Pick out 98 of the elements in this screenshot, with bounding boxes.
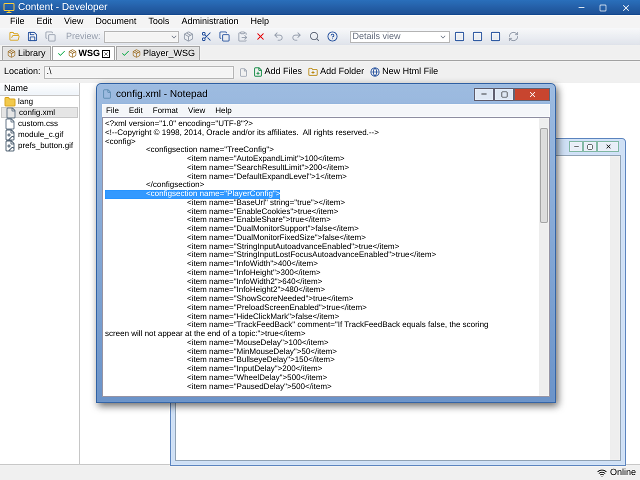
- menu-item[interactable]: View: [64, 14, 84, 28]
- text-line: <item name="DefaultExpandLevel">1</item>: [186, 172, 347, 181]
- column-header[interactable]: Name: [0, 83, 79, 96]
- text-line: <item name="StringInputAutoadvanceEnabled">true</item>: [186, 242, 400, 251]
- tab[interactable]: WSG: [52, 46, 116, 60]
- file-entry[interactable]: custom.css: [1, 118, 78, 129]
- text-line: screen will not appear at the end of a topic:">true</item>: [105, 330, 306, 339]
- text-line: <item name="DualMonitorFixedSize">false</item>: [186, 234, 366, 242]
- package-icon: [132, 49, 142, 58]
- delete-icon[interactable]: [254, 31, 266, 42]
- package-icon: [68, 49, 77, 58]
- text-line: <configsection name="TreeConfig">: [145, 146, 274, 155]
- close-icon[interactable]: [621, 2, 631, 12]
- menu-item[interactable]: Administration: [181, 14, 238, 28]
- text-line: <item name="DualMonitorSupport">false</item>: [186, 225, 359, 234]
- preview-label: Preview:: [66, 30, 101, 43]
- file-icon: [4, 118, 16, 130]
- minimize-button[interactable]: [474, 88, 494, 100]
- text-line: <item name="AutoExpandLimit">100</item>: [186, 155, 345, 164]
- action-button[interactable]: Add Files: [252, 65, 302, 79]
- cut-icon[interactable]: [200, 31, 212, 42]
- text-line: <item name="InputDelay">200</item>: [186, 365, 322, 374]
- checkmark-icon: [56, 49, 66, 58]
- file-entry[interactable]: module_c.gif: [1, 129, 78, 140]
- text-line: <!--Copyright © 1998, 2014, Oracle and/or its affiliates. All rights reserved.-->: [105, 128, 379, 138]
- tab-label: Player_WSG: [143, 46, 196, 60]
- menu-item[interactable]: Document: [95, 14, 136, 28]
- text-line: <item name="SearchResultLimit">200</item>: [186, 164, 349, 172]
- menu-item[interactable]: File: [106, 104, 119, 116]
- action-button[interactable]: New Html File: [370, 65, 438, 79]
- file-entry[interactable]: lang: [1, 96, 78, 107]
- text-line: <item name="InfoHeight">300</item>: [186, 268, 321, 278]
- tab[interactable]: Library: [2, 46, 51, 60]
- scrollbar[interactable]: [539, 118, 549, 396]
- notepad-icon: [102, 89, 112, 99]
- menu-item[interactable]: Edit: [128, 104, 143, 116]
- scrollbar[interactable]: [610, 156, 620, 460]
- text-line: <item name="InfoWidth">400</item>: [186, 260, 318, 269]
- image-file-icon: [4, 128, 16, 140]
- status-text: Online: [610, 466, 636, 479]
- menu-item[interactable]: File: [10, 14, 25, 28]
- help-icon[interactable]: [326, 31, 338, 42]
- text-line: <item name="EnableShare">true</item>: [186, 216, 331, 225]
- text-line: <item name="WheelDelay">500</item>: [186, 374, 328, 382]
- text-line: <item name="EnableCookies">true</item>: [186, 208, 338, 216]
- tab-label: Library: [18, 46, 46, 60]
- copy-icon[interactable]: [218, 31, 230, 42]
- menu-item[interactable]: Help: [250, 14, 269, 28]
- file-icon: [5, 106, 17, 118]
- text-line: <item name="MouseDelay">100</item>: [186, 338, 329, 348]
- text-line: <item name="ShowScoreNeeded">true</item>: [186, 295, 354, 304]
- add-folder-icon: [308, 67, 318, 77]
- text-line: </configsection>: [145, 181, 204, 190]
- maximize-icon[interactable]: [500, 90, 508, 98]
- location-field[interactable]: .\: [44, 66, 234, 78]
- network-icon: [596, 468, 607, 478]
- folder-icon: [4, 96, 16, 108]
- tab[interactable]: Player_WSG: [116, 46, 200, 60]
- menu-item[interactable]: Tools: [148, 14, 170, 28]
- text-line: <item name="HideClickMark">false</item>: [186, 312, 340, 321]
- menu-item[interactable]: Edit: [36, 14, 52, 28]
- text-line: <config>: [105, 138, 136, 146]
- add-file-icon: [252, 67, 263, 77]
- package-icon: [7, 49, 16, 58]
- text-line: <item name="TrackFeedBack" comment="If TrackFeedBack equals false, the scoring: [186, 321, 488, 330]
- file-entry[interactable]: config.xml: [1, 107, 78, 118]
- text-line: <item name="BullseyeDelay">150</item>: [186, 356, 335, 365]
- window-title: Content - Developer: [18, 1, 108, 15]
- save-icon[interactable]: [27, 31, 38, 42]
- checkmark-icon: [121, 49, 130, 58]
- minimize-button[interactable]: [569, 141, 583, 152]
- menu-item[interactable]: Help: [215, 104, 232, 116]
- text-line: <item name="MinMouseDelay">50</item>: [186, 348, 337, 356]
- view-dropdown-text: Details view: [352, 30, 401, 43]
- location-label: Location:: [4, 65, 41, 78]
- image-file-icon: [4, 140, 16, 152]
- globe-icon: [370, 67, 380, 77]
- text-line: <item name="InfoWidth2">640</item>: [186, 278, 322, 286]
- file-entry[interactable]: prefs_button.gif: [1, 140, 78, 151]
- search-icon[interactable]: [308, 31, 320, 42]
- text-line: <item name="PreloadScreenEnabled">true</item>: [186, 304, 367, 312]
- close-tab-icon[interactable]: [102, 50, 110, 58]
- text-line: <item name="BaseUrl" string="true"></item>: [187, 198, 346, 208]
- text-line: <?xml version="1.0" encoding="UTF-8"?>: [105, 120, 253, 129]
- maximize-button[interactable]: [494, 88, 514, 100]
- menu-item[interactable]: Format: [152, 104, 178, 116]
- view-dropdown[interactable]: Details view: [350, 30, 450, 42]
- close-icon[interactable]: [604, 143, 612, 150]
- text-line: <item name="InfoHeight2">480</item>: [186, 286, 325, 295]
- menu-item[interactable]: View: [188, 104, 206, 116]
- app-icon: [3, 2, 15, 14]
- tab-label: WSG: [78, 46, 100, 60]
- notepad-title: config.xml - Notepad: [116, 88, 208, 102]
- text-line: <item name="StringInputLostFocusAutoadvanceEnabled">true</item>: [186, 251, 436, 260]
- maximize-icon[interactable]: [587, 144, 593, 150]
- action-button[interactable]: Add Folder: [308, 65, 364, 79]
- text-line: <item name="PausedDelay">500</item>: [186, 382, 332, 392]
- maximize-button[interactable]: [583, 141, 597, 152]
